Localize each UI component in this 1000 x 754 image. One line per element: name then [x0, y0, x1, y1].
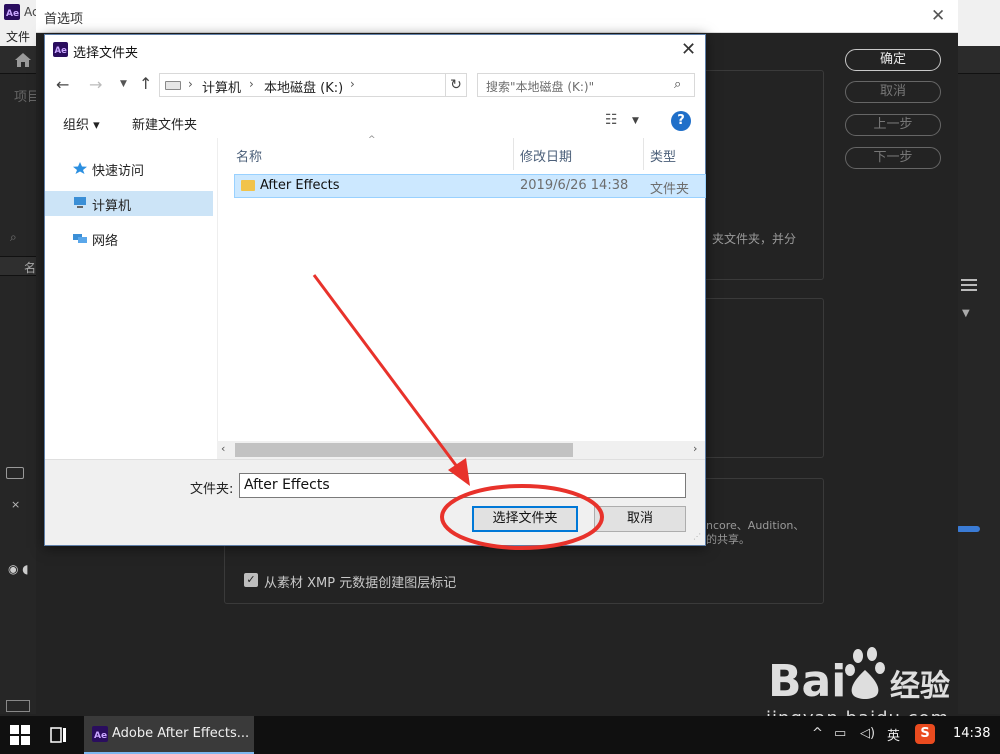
breadcrumb-separator[interactable]: ›	[350, 77, 355, 91]
breadcrumb-drive[interactable]: 本地磁盘 (K:)	[264, 77, 343, 96]
select-folder-button[interactable]: 选择文件夹	[472, 506, 578, 532]
nav-item-network[interactable]: 网络	[45, 226, 213, 251]
windows-start-icon[interactable]	[10, 725, 30, 745]
taskbar-app-label: Adobe After Effects...	[112, 726, 250, 741]
menu-lines-icon[interactable]	[961, 278, 977, 292]
folder-icon	[241, 180, 255, 191]
breadcrumb-separator[interactable]: ›	[249, 77, 254, 91]
network-icon	[73, 234, 87, 243]
volume-icon[interactable]: ◁)	[860, 726, 875, 741]
svg-text:经验: 经验	[890, 669, 950, 704]
scroll-left-icon[interactable]: ‹	[221, 442, 225, 455]
file-date: 2019/6/26 14:38	[520, 178, 629, 193]
cancel-button[interactable]: 取消	[594, 506, 686, 532]
up-arrow-icon[interactable]: ↑	[139, 74, 152, 93]
nav-item-label: 快速访问	[92, 164, 145, 179]
clock[interactable]: 14:38	[953, 726, 990, 741]
search-input[interactable]: 搜索"本地磁盘 (K:)" ⌕	[477, 73, 695, 97]
pref-description-text: 的共享。	[706, 533, 750, 546]
column-header-date[interactable]: 修改日期	[514, 138, 644, 170]
prev-button[interactable]: 上一步	[845, 114, 941, 136]
column-header-label: 名称	[236, 150, 263, 165]
sogou-ime-icon[interactable]: S	[915, 724, 935, 744]
navigation-pane: 快速访问 计算机 网络	[45, 138, 215, 459]
ae-logo-icon: Ae	[92, 726, 108, 742]
xmp-marker-checkbox[interactable]: ✓	[244, 573, 258, 587]
file-type: 文件夹	[650, 182, 690, 197]
preferences-titlebar	[36, 0, 958, 33]
table-row[interactable]: After Effects 2019/6/26 14:38 文件夹	[234, 174, 706, 198]
network-tray-icon[interactable]: ▭	[834, 726, 846, 741]
help-icon[interactable]: ?	[671, 111, 691, 131]
task-view-icon[interactable]	[48, 726, 68, 744]
svg-text:Ae: Ae	[94, 731, 107, 741]
select-folder-dialog: Ae 选择文件夹 ✕ ← → ▼ ↑ › 计算机 › 本地磁盘 (K:) › ▼…	[44, 34, 706, 546]
command-bar: 组织 ▾ 新建文件夹 ☷ ▼ ?	[45, 105, 705, 137]
column-header-type[interactable]: 类型	[644, 138, 706, 170]
ae-logo-icon: Ae	[53, 42, 68, 57]
file-list: ^ 名称 修改日期 类型 After Effects 2019/6/26 14:…	[217, 135, 706, 459]
close-icon[interactable]: ✕	[681, 39, 696, 60]
new-folder-button[interactable]: 新建文件夹	[132, 114, 197, 133]
address-bar[interactable]: › 计算机 › 本地磁盘 (K:) › ▼	[159, 73, 465, 97]
tray-chevron-icon[interactable]: ^	[812, 726, 823, 741]
recent-locations-icon[interactable]: ▼	[120, 79, 127, 89]
column-header-label: 类型	[650, 150, 677, 165]
breadcrumb-separator[interactable]: ›	[188, 77, 193, 91]
blue-slider[interactable]	[956, 526, 980, 532]
ok-button[interactable]: 确定	[845, 49, 941, 71]
folder-label: 文件夹:	[190, 482, 234, 497]
pref-description-text: 夹文件夹，并分	[712, 232, 797, 246]
star-icon	[73, 162, 87, 174]
drive-icon	[165, 81, 181, 90]
scroll-right-icon[interactable]: ›	[693, 442, 697, 455]
nav-item-label: 计算机	[92, 199, 132, 214]
nav-item-quick-access[interactable]: 快速访问	[45, 156, 213, 181]
organize-button[interactable]: 组织 ▾	[63, 114, 100, 133]
nav-item-computer[interactable]: 计算机	[45, 191, 213, 216]
taskbar: Ae Adobe After Effects... ^ ▭ ◁) 英 S 14:…	[0, 716, 1000, 754]
ae-right-panel: ▼	[956, 74, 1000, 714]
file-name: After Effects	[260, 178, 340, 193]
preferences-title: 首选项	[44, 12, 84, 27]
dialog-footer: 文件夹: After Effects 选择文件夹 取消 ⋰	[45, 459, 705, 545]
xmp-marker-label: 从素材 XMP 元数据创建图层标记	[264, 576, 457, 591]
scrollbar-thumb[interactable]	[235, 443, 573, 457]
column-header-label: 修改日期	[520, 150, 573, 165]
horizontal-scrollbar[interactable]: ‹ ›	[217, 441, 705, 459]
taskbar-app-after-effects[interactable]: Ae Adobe After Effects...	[84, 716, 254, 754]
baidu-watermark-logo: Bai 经验	[768, 647, 950, 707]
next-button[interactable]: 下一步	[845, 147, 941, 169]
forward-arrow-icon[interactable]: →	[89, 75, 102, 94]
svg-text:Bai: Bai	[768, 656, 846, 707]
ime-indicator[interactable]: 英	[887, 725, 900, 744]
dialog-title: 选择文件夹	[73, 46, 139, 61]
dropdown-arrow-icon[interactable]: ▼	[962, 308, 970, 319]
resize-grip-icon[interactable]: ⋰	[693, 532, 701, 541]
breadcrumb-computer[interactable]: 计算机	[202, 77, 241, 96]
close-icon[interactable]: ✕	[931, 6, 945, 26]
search-placeholder: 搜索"本地磁盘 (K:)"	[486, 80, 595, 94]
view-options-icon[interactable]: ☷	[605, 112, 618, 128]
cancel-button[interactable]: 取消	[845, 81, 941, 103]
column-header-name[interactable]: 名称	[218, 138, 514, 170]
chevron-down-icon[interactable]: ▼	[632, 116, 639, 126]
folder-name-field[interactable]: After Effects	[239, 473, 686, 498]
refresh-button[interactable]: ↻	[445, 73, 467, 97]
back-arrow-icon[interactable]: ←	[56, 75, 69, 94]
nav-item-label: 网络	[92, 234, 119, 249]
computer-icon	[74, 197, 86, 208]
search-icon: ⌕	[674, 77, 682, 92]
svg-text:Ae: Ae	[55, 46, 68, 56]
